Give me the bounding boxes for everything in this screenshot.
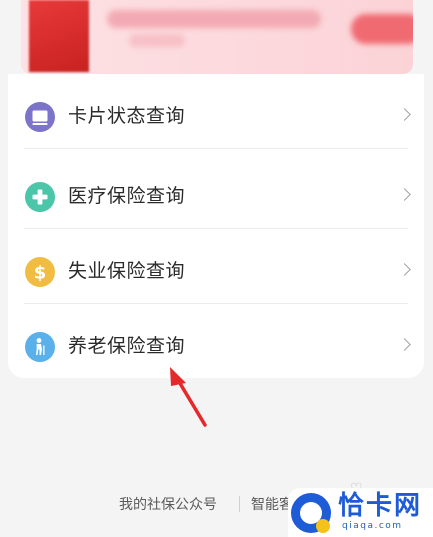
watermark-brand: 恰卡网 bbox=[338, 491, 423, 521]
menu-item-medical-insurance[interactable]: 医疗保险查询 bbox=[8, 154, 424, 229]
menu-item-pension-insurance[interactable]: 养老保险查询 bbox=[8, 304, 424, 379]
divider bbox=[24, 148, 408, 149]
watermark-domain: qiaqa.com bbox=[342, 521, 403, 531]
menu-item-label: 养老保险查询 bbox=[68, 335, 186, 357]
watermark-logo-icon bbox=[291, 493, 331, 533]
footer-link-smart-service[interactable]: 智能客服 bbox=[251, 494, 291, 514]
menu-item-label: 卡片状态查询 bbox=[68, 105, 186, 127]
menu-item-label: 医疗保险查询 bbox=[68, 185, 186, 207]
chevron-right-icon bbox=[398, 263, 411, 276]
svg-text:$: $ bbox=[34, 263, 47, 284]
query-menu-card: 卡片状态查询 医疗保险查询 $ 失业保险查询 养老保险查询 bbox=[8, 74, 424, 378]
chevron-right-icon bbox=[398, 108, 411, 121]
promo-subtitle-blurred bbox=[129, 34, 185, 47]
footer-link-wechat-account[interactable]: 我的社保公众号 bbox=[119, 494, 217, 514]
card-icon bbox=[25, 102, 55, 132]
promo-cta-button[interactable] bbox=[351, 14, 413, 44]
promo-cta-label bbox=[351, 14, 413, 44]
promo-thumbnail bbox=[29, 0, 89, 72]
chevron-right-icon bbox=[398, 338, 411, 351]
promo-banner[interactable] bbox=[21, 0, 413, 74]
chevron-right-icon bbox=[398, 188, 411, 201]
dollar-icon: $ bbox=[25, 257, 55, 287]
site-watermark: 恰卡网 qiaqa.com bbox=[288, 488, 433, 537]
menu-item-label: 失业保险查询 bbox=[68, 260, 186, 282]
elder-person-icon bbox=[25, 332, 55, 362]
menu-item-card-status[interactable]: 卡片状态查询 bbox=[8, 74, 424, 149]
medical-cross-icon bbox=[25, 182, 55, 212]
menu-item-unemployment-insurance[interactable]: $ 失业保险查询 bbox=[8, 229, 424, 304]
footer-separator bbox=[239, 496, 240, 512]
promo-title-blurred bbox=[107, 10, 321, 28]
